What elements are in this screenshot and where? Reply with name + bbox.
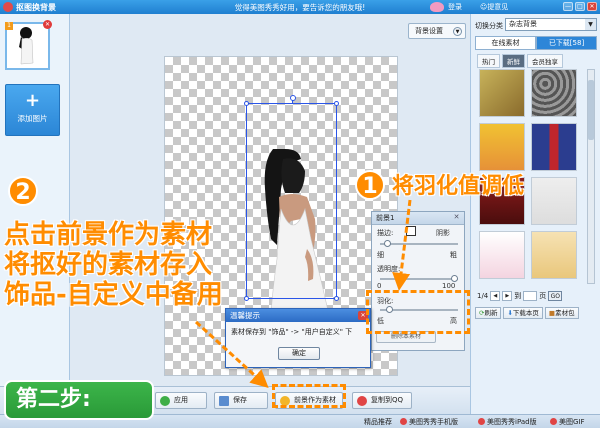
chevron-down-icon: ▼ <box>453 27 462 36</box>
app-dot-icon <box>478 418 485 425</box>
mobile-app-link[interactable]: 美图秀秀手机版 <box>400 417 458 427</box>
save-tip-dialog: 温馨提示 ✕ 素材保存到 "饰品" -> "用户自定义" 下 确定 <box>225 308 371 368</box>
refresh-button[interactable]: ⟳刷新 <box>475 307 502 319</box>
category-label: 切换分类 <box>475 22 503 30</box>
app-dot-icon <box>400 418 407 425</box>
material-thumbnail[interactable] <box>531 177 577 225</box>
material-pager: 1/4 ◀ ▶ 到 页 GO <box>477 291 563 301</box>
mascot-icon <box>430 2 444 12</box>
image-thumbnail[interactable]: 1 ✕ <box>5 20 52 70</box>
chevron-down-icon: ▼ <box>585 19 596 30</box>
check-icon <box>160 396 170 406</box>
opacity-slider[interactable] <box>380 275 458 282</box>
step-two-badge: 第二步: <box>4 380 154 420</box>
opacity-label: 透明度: <box>377 265 401 273</box>
tab-downloaded[interactable]: 已下载[58] <box>536 36 597 50</box>
resize-handle-tr[interactable] <box>334 101 339 106</box>
selection-box[interactable] <box>244 95 339 301</box>
minimize-button[interactable]: — <box>563 2 573 11</box>
page-prefix: 到 <box>514 292 522 300</box>
opacity-high-label: 100 <box>442 282 456 290</box>
stroke-label: 描边: <box>377 229 394 237</box>
material-panel: 切换分类 杂志背景 ▼ 在线素材 已下载[58] 热门 新鲜 会员独享 1/4 … <box>470 14 600 414</box>
panel-close-icon[interactable]: ✕ <box>452 213 461 222</box>
category-select[interactable]: 杂志背景 ▼ <box>505 18 597 31</box>
copy-to-qq-button[interactable]: 复制到QQ <box>352 392 412 409</box>
apply-button[interactable]: 应用 <box>155 392 207 409</box>
feather-highlight-box <box>366 290 470 334</box>
window-controls: — □ ✕ <box>563 2 597 11</box>
title-bar: 抠图换背景 觉得美图秀秀好用，要告诉您的朋友哦! 登录 ☺提意见 — □ ✕ <box>0 0 600 14</box>
material-button-highlight-box <box>272 384 346 408</box>
panel-header[interactable]: 前景1 ✕ <box>372 212 464 225</box>
page-indicator: 1/4 <box>477 292 489 300</box>
close-button[interactable]: ✕ <box>587 2 597 11</box>
qq-icon <box>357 396 367 406</box>
dialog-header[interactable]: 温馨提示 ✕ <box>226 309 370 322</box>
rotate-handle[interactable] <box>290 95 296 101</box>
next-page-icon[interactable]: ▶ <box>502 291 513 301</box>
material-thumbnail[interactable] <box>479 69 525 117</box>
maximize-button[interactable]: □ <box>575 2 585 11</box>
plus-icon: + <box>24 90 41 111</box>
add-image-label: 添加图片 <box>17 114 48 123</box>
prev-page-icon[interactable]: ◀ <box>490 291 501 301</box>
dialog-title: 温馨提示 <box>230 311 260 320</box>
thumbnail-image <box>19 27 34 65</box>
feedback-link[interactable]: ☺提意见 <box>480 2 508 12</box>
subtab-hot[interactable]: 热门 <box>477 54 500 68</box>
resize-handle-bl[interactable] <box>244 296 249 301</box>
gif-app-link[interactable]: 美图GIF <box>550 417 585 427</box>
opacity-low-label: 0 <box>377 282 382 290</box>
resize-handle-tl[interactable] <box>244 101 249 106</box>
shadow-label: 阴影 <box>436 229 450 237</box>
go-button[interactable]: GO <box>548 291 563 301</box>
step2-number-badge: 2 <box>8 176 38 206</box>
opacity-slider-knob[interactable] <box>451 275 458 282</box>
save-button[interactable]: 保存 <box>214 392 268 409</box>
material-thumbnail[interactable] <box>479 231 525 279</box>
stroke-slider-knob[interactable] <box>383 240 391 247</box>
step1-instruction: 将羽化值调低 <box>392 174 525 199</box>
material-thumbnail[interactable] <box>531 123 577 171</box>
login-link[interactable]: 登录 <box>448 2 462 12</box>
material-thumbnail[interactable] <box>479 123 525 171</box>
step1-number-badge: 1 <box>355 170 385 200</box>
dialog-message: 素材保存到 "饰品" -> "用户自定义" 下 <box>231 328 353 336</box>
material-scrollbar[interactable] <box>587 69 595 284</box>
download-page-button[interactable]: ⬇下载本页 <box>503 307 543 319</box>
material-actions: ⟳刷新 ⬇下载本页 ■素材包 <box>475 307 579 319</box>
subtab-vip[interactable]: 会员独享 <box>527 54 563 68</box>
material-thumbnail[interactable] <box>531 69 577 117</box>
material-subtabs: 热门 新鲜 会员独享 <box>477 54 563 68</box>
stroke-slider[interactable] <box>380 240 458 247</box>
stroke-color-swatch[interactable] <box>406 226 416 236</box>
step2-instruction-line3: 饰品-自定义中备用 <box>4 280 223 310</box>
material-pack-button[interactable]: ■素材包 <box>544 307 579 319</box>
scrollbar-thumb[interactable] <box>588 80 594 140</box>
page-input[interactable] <box>523 291 538 301</box>
thick-label: 粗 <box>450 251 457 259</box>
background-settings-dropdown[interactable]: 背景设置 ▼ <box>408 23 466 39</box>
thin-label: 细 <box>377 251 384 259</box>
dialog-ok-button[interactable]: 确定 <box>278 347 320 360</box>
window-slogan: 觉得美图秀秀好用，要告诉您的朋友哦! <box>234 3 366 12</box>
add-image-button[interactable]: + 添加图片 <box>5 84 60 136</box>
recommend-label: 精品推荐 <box>364 418 392 426</box>
material-thumbnail[interactable] <box>531 231 577 279</box>
tab-online-materials[interactable]: 在线素材 <box>475 36 536 50</box>
thumbnail-index-badge: 1 <box>5 22 13 30</box>
panel-title: 前景1 <box>376 214 395 222</box>
save-icon <box>219 396 229 406</box>
app-dot-icon <box>550 418 557 425</box>
page-suffix: 页 <box>539 292 547 300</box>
material-tabs: 在线素材 已下载[58] <box>475 36 597 50</box>
ipad-app-link[interactable]: 美图秀秀iPad版 <box>478 417 537 427</box>
subtab-new[interactable]: 新鲜 <box>502 54 525 68</box>
thumbnail-delete-icon[interactable]: ✕ <box>43 20 52 29</box>
resize-handle-br[interactable] <box>334 296 339 301</box>
